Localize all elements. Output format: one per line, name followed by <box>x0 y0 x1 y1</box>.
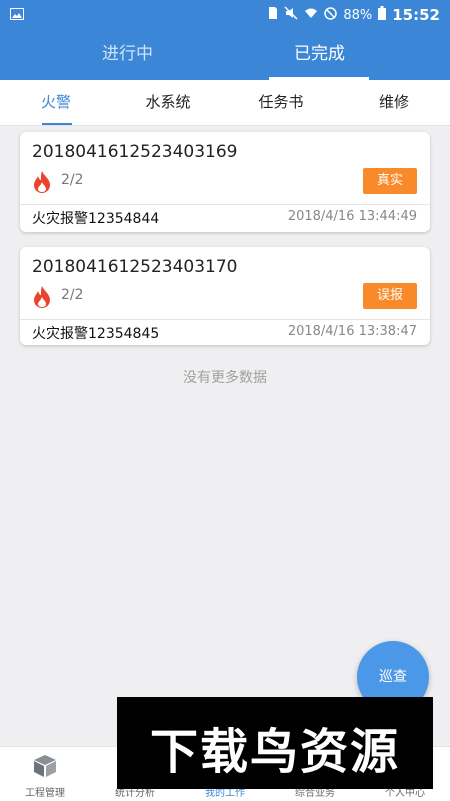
no-more-data-text: 没有更多数据 <box>183 370 267 386</box>
status-badge-real: 真实 <box>363 168 417 194</box>
tab-completed-label: 已完成 <box>294 44 345 64</box>
record-time: 2018/4/16 13:44:49 <box>287 209 417 224</box>
active-subtab-indicator <box>42 123 72 125</box>
do-not-disturb-icon <box>324 6 338 24</box>
tab-repair[interactable]: 维修 <box>338 80 450 125</box>
clock: 15:52 <box>392 6 440 24</box>
status-badge-false-alarm: 误报 <box>363 283 417 309</box>
record-count: 2/2 <box>61 287 84 303</box>
card-divider <box>20 319 430 320</box>
record-code: 2018041612523403169 <box>32 142 238 162</box>
cube-icon <box>34 755 56 777</box>
tab-completed[interactable]: 已完成 <box>207 30 432 80</box>
top-tab-bar: 进行中 已完成 <box>0 30 450 80</box>
nav-project-management[interactable]: 工程管理 <box>0 747 90 801</box>
battery-percent: 88% <box>343 7 373 23</box>
fire-icon <box>34 171 50 193</box>
record-time: 2018/4/16 13:38:47 <box>287 324 417 339</box>
tab-fire-alarm-label: 火警 <box>40 93 71 111</box>
nav-project-management-label: 工程管理 <box>25 788 65 799</box>
alarm-record-card[interactable]: 2018041612523403169 2/2 真实 火灾报警12354844 … <box>20 132 430 232</box>
gallery-notification-icon <box>10 8 24 24</box>
wifi-icon <box>304 7 318 23</box>
tab-task-book-label: 任务书 <box>258 93 304 111</box>
category-tab-bar: 火警 水系统 任务书 维修 <box>0 80 450 126</box>
record-title: 火灾报警12354844 <box>32 211 160 227</box>
record-title: 火灾报警12354845 <box>32 326 160 342</box>
record-count: 2/2 <box>61 172 84 188</box>
sim-icon <box>268 6 278 24</box>
watermark-text: 下载鸟资源 <box>149 724 400 780</box>
alarm-record-card[interactable]: 2018041612523403170 2/2 误报 火灾报警12354845 … <box>20 247 430 345</box>
tab-task-book[interactable]: 任务书 <box>225 80 337 125</box>
mute-icon <box>284 6 298 24</box>
status-bar: 88% 15:52 <box>0 0 450 30</box>
watermark-banner: 下载鸟资源 <box>117 697 433 789</box>
fire-icon <box>34 286 50 308</box>
tab-water-system-label: 水系统 <box>145 93 191 111</box>
tab-in-progress-label: 进行中 <box>102 44 153 64</box>
battery-icon <box>378 6 387 24</box>
tab-water-system[interactable]: 水系统 <box>112 80 224 125</box>
card-divider <box>20 204 430 205</box>
record-code: 2018041612523403170 <box>32 257 238 277</box>
tab-fire-alarm[interactable]: 火警 <box>0 80 112 125</box>
tab-repair-label: 维修 <box>378 93 409 111</box>
